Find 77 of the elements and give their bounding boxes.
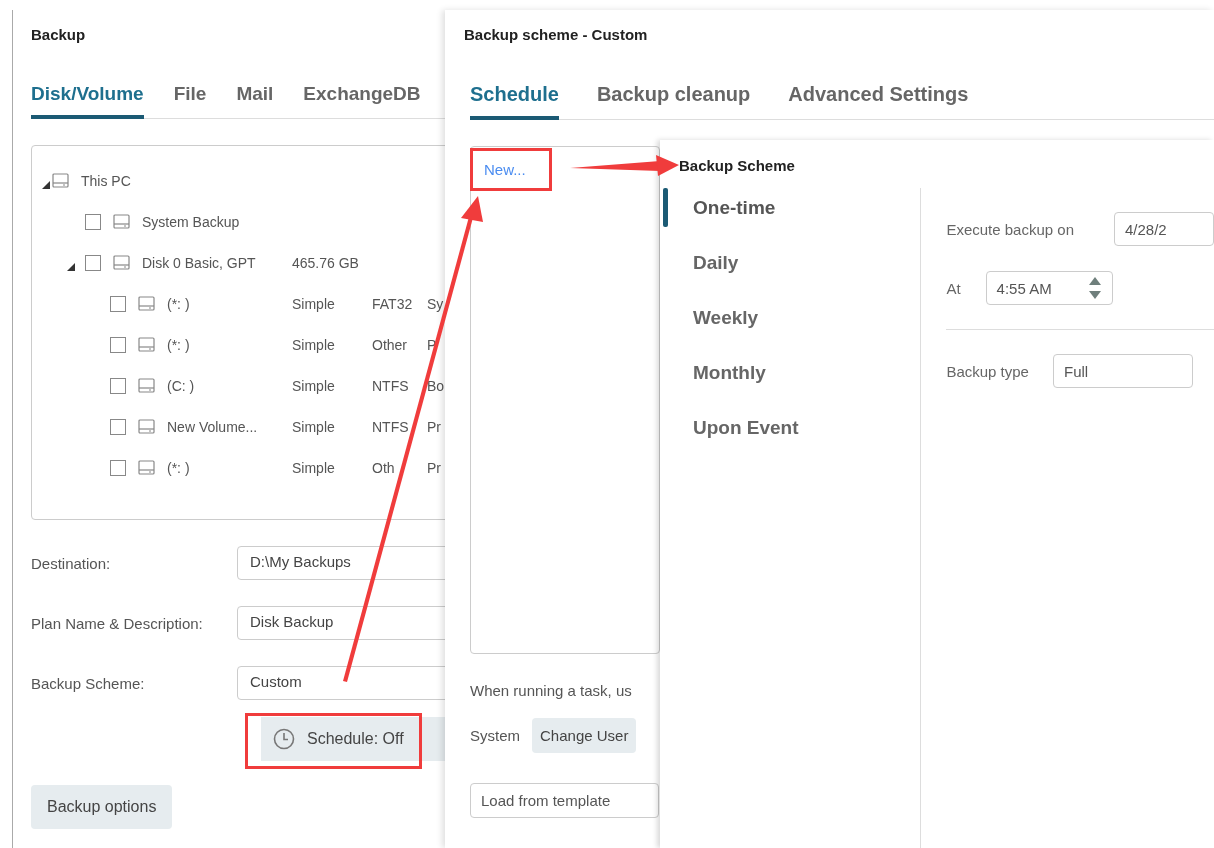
tree-item-label: This PC — [81, 172, 131, 189]
frequency-option[interactable]: One-time — [693, 196, 776, 219]
tab[interactable]: Schedule — [470, 75, 559, 120]
tree-cell-text: Simple — [292, 459, 336, 476]
clock-icon — [273, 728, 295, 750]
tab[interactable]: Disk/Volume — [31, 75, 144, 119]
tree-item-label: (C: ) — [167, 377, 195, 394]
tree-item-label: (*: ) — [167, 459, 190, 476]
window-title: Backup — [31, 26, 87, 43]
template-dropdown[interactable]: Load from template — [470, 783, 659, 818]
field-label: Backup Scheme: — [31, 674, 146, 692]
change-user-button[interactable]: Change User — [532, 718, 637, 753]
field-label: Execute backup on — [946, 220, 1074, 238]
tab[interactable]: Mail — [236, 75, 274, 119]
tree-cell-text: Simple — [292, 418, 336, 435]
tree-cell: Bo — [427, 377, 445, 394]
drive-icon — [138, 419, 155, 434]
spinner-arrows-icon[interactable] — [1087, 275, 1102, 301]
tree-item-label: (*: ) — [167, 295, 190, 312]
drive-icon — [138, 378, 155, 393]
checkbox[interactable] — [110, 377, 126, 394]
backup-type-dropdown[interactable]: Full — [1052, 354, 1193, 388]
frequency-option[interactable]: Weekly — [693, 306, 759, 329]
tree-cell-text: Pr — [427, 459, 442, 476]
tab[interactable]: Advanced Settings — [788, 75, 969, 120]
drive-icon — [138, 337, 155, 352]
tree-cell-text: Simple — [292, 336, 336, 353]
tree-item-label: (*: ) — [167, 336, 190, 353]
section-title: Backup Scheme — [679, 157, 796, 174]
checkbox[interactable] — [110, 295, 126, 312]
tree-cell-text: Other — [372, 336, 408, 353]
drive-icon — [113, 255, 130, 270]
input-field[interactable]: Disk Backup — [237, 606, 445, 640]
tree-cell-text: 465.76 GB — [292, 254, 360, 271]
tree-item-label: New Volume... — [167, 418, 258, 435]
expanded-arrow-icon[interactable] — [42, 180, 50, 189]
tree-cell-text: NTFS — [372, 377, 410, 394]
tab[interactable]: Backup cleanup — [596, 75, 751, 120]
frequency-option[interactable]: Daily — [693, 251, 739, 274]
tree-cell-text: Pr — [427, 418, 442, 435]
input-field[interactable]: Custom — [237, 666, 445, 700]
user-name: System — [470, 727, 520, 744]
expanded-arrow-icon[interactable] — [67, 262, 75, 271]
tree-cell-text: NTFS — [372, 418, 410, 435]
tab[interactable]: File — [173, 75, 207, 119]
tree-item-label: Disk 0 Basic, GPT — [142, 254, 256, 271]
run-as-label: When running a task, us — [470, 682, 633, 699]
tree-cell-text: FAT32 — [372, 295, 414, 312]
tree-item-label: System Backup — [142, 213, 240, 230]
frequency-option[interactable]: Monthly — [693, 361, 766, 384]
checkbox[interactable] — [85, 213, 101, 230]
drive-icon — [113, 214, 130, 229]
time-field[interactable]: 4:55 AM — [985, 271, 1113, 305]
tree-cell: Sy — [427, 295, 445, 312]
tab[interactable]: ExchangeDB — [303, 75, 421, 119]
selection-bar — [663, 188, 668, 227]
drive-icon — [52, 173, 69, 188]
frequency-option[interactable]: Upon Event — [693, 416, 799, 439]
tree-cell-text: Simple — [292, 377, 336, 394]
field-label: Backup type — [946, 362, 1029, 380]
checkbox[interactable] — [110, 459, 126, 476]
new-link[interactable]: New... — [484, 161, 526, 178]
checkbox[interactable] — [110, 336, 126, 353]
backup-options-button[interactable]: Backup options — [31, 785, 173, 829]
tree-cell-text: Oth — [372, 459, 396, 476]
drive-icon — [138, 460, 155, 475]
input-field[interactable]: D:\My Backups — [237, 546, 445, 580]
field-label: Plan Name & Description: — [31, 614, 204, 632]
tree-cell-text: Simple — [292, 295, 336, 312]
field-label: At — [946, 279, 961, 297]
checkbox[interactable] — [85, 254, 101, 271]
drive-icon — [138, 296, 155, 311]
schedule-button[interactable]: Schedule: Off — [261, 717, 445, 761]
checkbox[interactable] — [110, 418, 126, 435]
field-label: Destination: — [31, 554, 112, 572]
window-title: Backup scheme - Custom — [464, 26, 649, 43]
date-field[interactable]: 4/28/2 — [1114, 212, 1214, 246]
